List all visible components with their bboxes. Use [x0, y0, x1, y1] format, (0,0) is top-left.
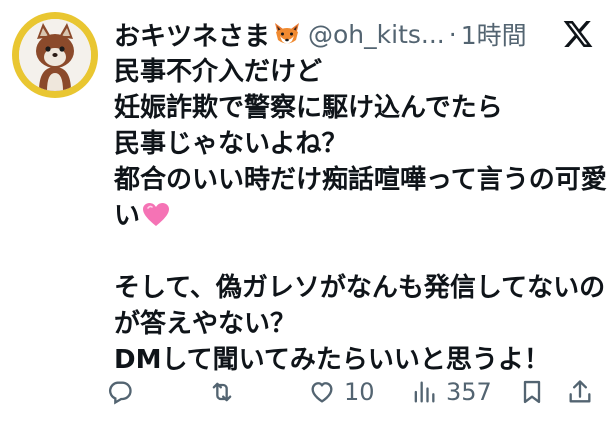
display-name[interactable]: おキツネさま	[114, 16, 270, 53]
avatar-image	[19, 19, 91, 91]
repost-icon	[212, 382, 232, 402]
tweet-text-fragment: い	[114, 201, 141, 231]
heart-icon	[311, 382, 333, 403]
like-count: 10	[344, 378, 375, 406]
share-button[interactable]	[566, 372, 594, 412]
share-icon	[569, 380, 591, 403]
tweet-text-line: が答えやない？	[114, 309, 297, 339]
views-count: 357	[446, 378, 492, 406]
views-button[interactable]: 357	[410, 372, 492, 412]
tweet-header: おキツネさま @oh_kits... · 1時間	[114, 14, 527, 54]
reply-button[interactable]	[106, 372, 134, 412]
tweet-card: おキツネさま @oh_kits... · 1時間 民事不介入だけど 妊娠詐欺で警…	[0, 0, 609, 423]
repost-button[interactable]	[208, 372, 236, 412]
x-logo-icon[interactable]	[562, 18, 594, 50]
tweet-text-line-blank	[114, 234, 604, 270]
reply-icon	[109, 381, 132, 405]
separator-dot: ·	[448, 19, 457, 49]
pink-heart-emoji-icon	[142, 202, 170, 228]
like-button[interactable]: 10	[308, 372, 375, 412]
bookmark-button[interactable]	[518, 372, 546, 412]
tweet-text-line-with-emoji: い	[114, 198, 604, 234]
fox-emoji-icon	[272, 20, 302, 48]
avatar[interactable]	[12, 12, 98, 98]
tweet-text-line: そして、偽ガレソがなんも発信してないの	[114, 273, 606, 303]
tweet-text-line: 妊娠詐欺で警察に駆け込んでたら	[114, 93, 503, 123]
tweet-action-bar: 10 357	[104, 372, 604, 412]
timestamp[interactable]: 1時間	[461, 16, 527, 52]
bookmark-icon	[523, 380, 541, 404]
tweet-text-line: 都合のいい時だけ痴話喧嘩って言うの可愛	[114, 165, 607, 195]
user-handle[interactable]: @oh_kits...	[308, 20, 445, 49]
tweet-text: 民事不介入だけど 妊娠詐欺で警察に駆け込んでたら 民事じゃないよね？ 都合のいい…	[114, 54, 607, 378]
views-icon	[414, 381, 435, 403]
tweet-text-line: 民事じゃないよね？	[114, 129, 348, 159]
tweet-text-line: 民事不介入だけど	[114, 57, 323, 87]
